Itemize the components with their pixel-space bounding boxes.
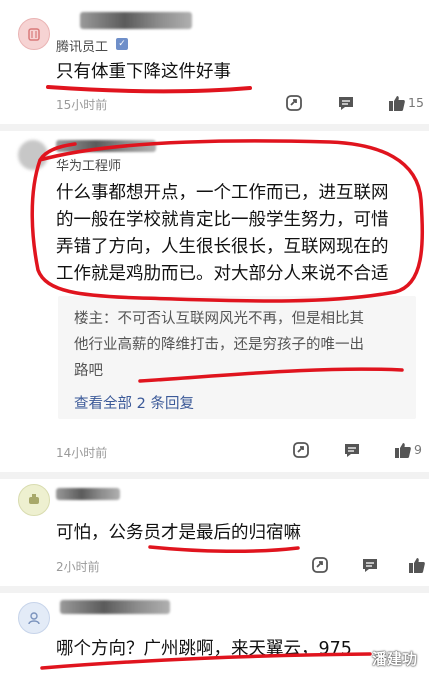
avatar[interactable] xyxy=(18,602,50,634)
comment-icon[interactable] xyxy=(343,441,361,459)
comment-text: 只有体重下降这件好事 xyxy=(56,62,231,82)
avatar[interactable] xyxy=(18,140,48,170)
comment-icon[interactable] xyxy=(337,94,355,112)
avatar-figure-icon xyxy=(28,28,40,41)
comment-text: 哪个方向？广州跳啊，来天翼云，975 xyxy=(56,639,352,659)
blurred-username xyxy=(56,488,120,500)
comment-text: 工作就是鸡肋而已。对大部分人来说不合适 xyxy=(56,264,389,284)
like-count: 15 xyxy=(408,95,424,110)
reply-text: 楼主：不可否认互联网风光不再，但是相比其 xyxy=(74,311,364,327)
comment-icon[interactable] xyxy=(361,556,379,574)
like-icon[interactable] xyxy=(408,556,426,574)
blurred-username xyxy=(80,12,192,29)
share-icon[interactable] xyxy=(292,441,310,459)
comment-text: 弄错了方向，人生很长很长，互联网现在的 xyxy=(56,237,389,257)
like-icon[interactable] xyxy=(388,94,406,112)
comment-text: 什么事都想开点，一个工作而已，进互联网 xyxy=(56,183,389,203)
user-tag: 腾讯员工 xyxy=(56,40,109,55)
avatar[interactable] xyxy=(18,18,50,50)
like-count: 9 xyxy=(414,442,422,457)
red-underline xyxy=(46,85,252,94)
divider xyxy=(0,472,429,479)
comment-time: 2小时前 xyxy=(56,560,100,574)
share-icon[interactable] xyxy=(285,94,303,112)
share-icon[interactable] xyxy=(311,556,329,574)
comment-text: 可怕，公务员才是最后的归宿嘛 xyxy=(56,523,301,543)
reply-text: 他行业高薪的降维打击，还是穷孩子的唯一出 xyxy=(74,337,364,353)
blurred-username xyxy=(60,600,170,614)
comment-time: 15小时前 xyxy=(56,98,108,112)
divider xyxy=(0,124,429,131)
watermark: 潘建功 xyxy=(372,650,418,668)
blurred-username xyxy=(56,140,156,152)
view-all-replies-link[interactable]: 查看全部 2 条回复 xyxy=(74,392,194,413)
avatar-figure-icon xyxy=(29,494,39,504)
avatar[interactable] xyxy=(18,484,50,516)
reply-text: 路吧 xyxy=(74,363,103,379)
comment-time: 14小时前 xyxy=(56,446,108,460)
verified-badge-icon: ✓ xyxy=(116,38,128,50)
avatar-figure-icon xyxy=(28,612,40,625)
comment-text: 的一般在学校就肯定比一般学生努力，可惜 xyxy=(56,210,389,230)
divider xyxy=(0,586,429,593)
user-tag: 华为工程师 xyxy=(56,159,122,174)
like-icon[interactable] xyxy=(394,441,412,459)
